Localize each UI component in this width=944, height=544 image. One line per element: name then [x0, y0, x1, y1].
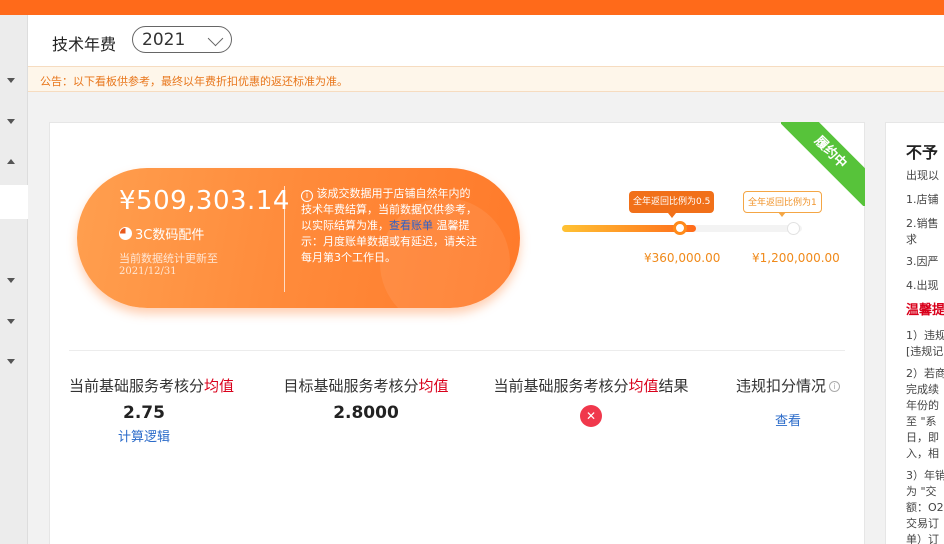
chevron-down-icon[interactable]	[7, 119, 15, 124]
rules-title: 不予	[906, 143, 939, 162]
update-date: 2021/12/31	[119, 266, 177, 277]
sales-summary-pill: ¥509,303.14 3C数码配件 当前数据统计更新至 2021/12/31 …	[77, 168, 520, 308]
chevron-down-icon[interactable]	[7, 278, 15, 283]
rules-panel: 不予 出现以 1.店铺 2.销售 求 3.因严 4.出现 温馨提 1）违规 [违…	[885, 122, 944, 544]
milestone-marker-1	[673, 221, 687, 235]
warning-title: 温馨提	[906, 303, 944, 318]
year-select[interactable]: 2021	[132, 26, 232, 53]
return-ratio-progress: 全年返回比例为0.5 全年返回比例为1 ¥360,000.00 ¥1,200,0…	[562, 185, 842, 265]
milestone-bubble-1: 全年返回比例为0.5	[629, 191, 715, 218]
milestone-amount-1: ¥360,000.00	[644, 251, 721, 265]
score-result-stat: 当前基础服务考核分均值结果 ✕	[487, 375, 695, 427]
chevron-down-icon	[207, 30, 224, 47]
target-score-stat: 目标基础服务考核分均值 2.8000	[278, 375, 454, 423]
update-label: 当前数据统计更新至	[119, 252, 218, 265]
announcement-bar: 公告：以下看板供参考，最终以年费折扣优惠的返还标准为准。	[28, 66, 944, 92]
view-bill-link[interactable]: 查看账单	[389, 219, 433, 232]
violation-stat: 违规扣分情况 i 查看	[730, 375, 846, 429]
chevron-down-icon[interactable]	[7, 319, 15, 324]
milestone-amount-2: ¥1,200,000.00	[752, 251, 840, 265]
milestone-bubble-2: 全年返回比例为1	[743, 191, 822, 217]
category-label: 3C数码配件	[119, 224, 204, 243]
sidebar	[0, 15, 28, 544]
section-divider	[69, 350, 845, 351]
chevron-up-icon[interactable]	[7, 159, 15, 164]
chevron-down-icon[interactable]	[7, 78, 15, 83]
sales-amount: ¥509,303.14	[119, 186, 290, 216]
x-circle-icon: ✕	[580, 405, 602, 427]
announcement-text: 公告：以下看板供参考，最终以年费折扣优惠的返还标准为准。	[40, 75, 348, 88]
current-score-stat: 当前基础服务考核分均值 2.75 计算逻辑	[69, 377, 235, 445]
sidebar-item-active[interactable]	[0, 185, 28, 219]
current-score-value: 2.75	[123, 403, 165, 423]
year-select-value: 2021	[142, 30, 186, 50]
target-score-value: 2.8000	[333, 403, 399, 423]
annual-fee-card: 履约中 ¥509,303.14 3C数码配件 当前数据统计更新至 2021/12…	[49, 122, 865, 544]
info-icon: i	[301, 190, 313, 202]
info-note: i 该成交数据用于店铺自然年内的技术年费结算，当前数据仅供参考，以实际结算为准，…	[301, 186, 481, 266]
page-title: 技术年费	[52, 35, 117, 54]
chevron-down-icon[interactable]	[7, 359, 15, 364]
view-violations-link[interactable]: 查看	[730, 410, 846, 429]
divider	[284, 186, 285, 292]
top-nav-bar	[0, 0, 944, 15]
page-header: 技术年费 2021	[28, 15, 944, 66]
info-icon[interactable]: i	[829, 381, 840, 392]
milestone-marker-2	[787, 222, 800, 235]
category-text: 3C数码配件	[135, 228, 205, 243]
pie-chart-icon	[119, 227, 132, 240]
calc-logic-link[interactable]: 计算逻辑	[69, 426, 219, 445]
